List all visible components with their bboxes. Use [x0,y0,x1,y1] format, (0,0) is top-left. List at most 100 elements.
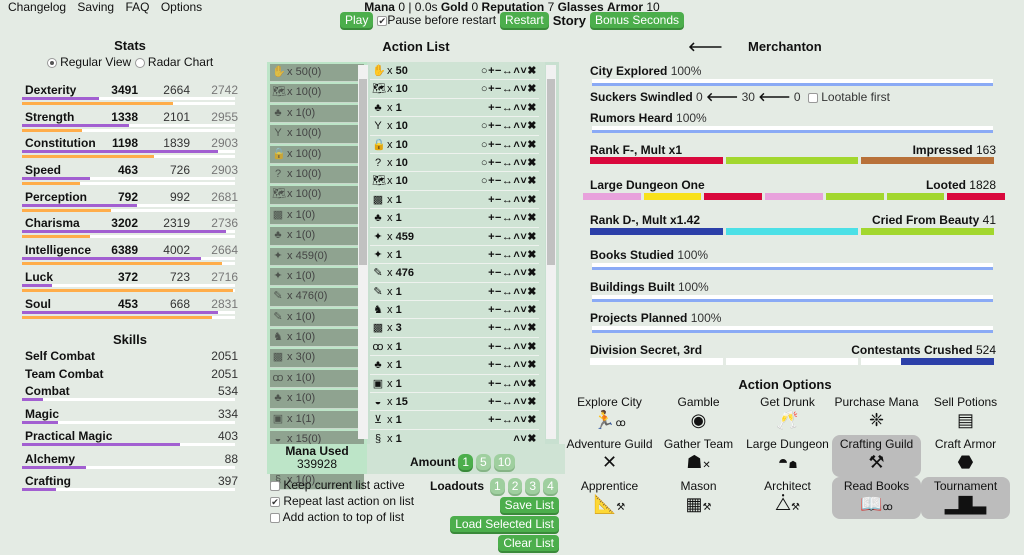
action-option-crafting-guild[interactable]: Crafting Guild ⚒ [832,435,921,477]
left-scrollbar[interactable] [358,65,368,439]
row-control-buttons[interactable]: +−↔˄˅✖ [488,286,537,298]
action-row-controls[interactable]: ○+−↔˄˅✖ [481,117,537,135]
loadout-2-button[interactable]: 2 [507,478,523,494]
action-queue-row[interactable]: 🗺 x 10 ○+−↔˄˅✖ [370,80,539,99]
action-queue-row[interactable]: ▣ x 1 +−↔˄˅✖ [370,375,539,394]
action-queue-row[interactable]: 🗺 x 10 ○+−↔˄˅✖ [370,172,539,191]
back-arrow-icon[interactable]: 🡐 [688,39,723,55]
action-row-controls[interactable]: +−↔˄˅✖ [488,375,537,393]
action-row-controls[interactable]: +−↔˄˅✖ [488,246,537,264]
add-top-option[interactable]: Add action to top of list [270,510,414,526]
action-queue-row[interactable]: ♣ x 1 +−↔˄˅✖ [370,99,539,118]
action-row-controls[interactable]: ○+−↔˄˅✖ [481,136,537,154]
action-row-controls[interactable]: +−↔˄˅✖ [488,209,537,227]
lootable-first-checkbox[interactable] [807,92,818,103]
action-option-mason[interactable]: Mason ▦⚒ [654,477,743,519]
row-control-buttons[interactable]: +−↔˄˅✖ [488,267,537,279]
regular-view-radio[interactable] [46,57,57,68]
amount-5-button[interactable]: 5 [476,454,491,470]
right-scrollbar[interactable] [546,65,556,439]
action-queue-row[interactable]: ▩ x 3 +−↔˄˅✖ [370,319,539,338]
action-row-controls[interactable]: +−↔˄˅✖ [488,99,537,117]
action-option-get-drunk[interactable]: Get Drunk 🥂 [743,393,832,435]
add-top-checkbox[interactable] [270,512,280,523]
repeat-last-option[interactable]: ✔ Repeat last action on list [270,494,414,510]
action-queue-row[interactable]: ✎ x 476 +−↔˄˅✖ [370,264,539,283]
action-row-controls[interactable]: +−↔˄˅✖ [488,393,537,411]
keep-active-checkbox[interactable] [270,480,280,491]
row-control-buttons[interactable]: +−↔˄˅✖ [488,378,537,390]
restart-button[interactable]: Restart [500,12,549,28]
row-control-buttons[interactable]: +−↔˄˅✖ [488,322,537,334]
action-queue-row[interactable]: ✦ x 1 +−↔˄˅✖ [370,246,539,265]
action-row-controls[interactable]: +−↔˄˅✖ [488,356,537,374]
action-row-controls[interactable]: ○+−↔˄˅✖ [481,172,537,190]
action-option-read-books[interactable]: Read Books 📖ꝏ [832,477,921,519]
row-control-buttons[interactable]: +−↔˄˅✖ [488,102,537,114]
action-queue-row[interactable]: ▩ x 1 +−↔˄˅✖ [370,191,539,210]
row-control-buttons[interactable]: +−↔˄˅✖ [488,231,537,243]
row-control-buttons[interactable]: +−↔˄˅✖ [488,83,537,95]
lootable-first-option[interactable]: Lootable first [807,90,890,104]
action-row-controls[interactable]: +−↔˄˅✖ [488,338,537,356]
save-list-button[interactable]: Save List [499,497,559,513]
row-control-buttons[interactable]: +−↔˄˅✖ [488,341,537,353]
disable-circle-icon[interactable]: ○ [481,175,488,187]
action-row-controls[interactable]: ○+−↔˄˅✖ [481,154,537,172]
row-control-buttons[interactable]: +−↔˄˅✖ [488,175,537,187]
row-control-buttons[interactable]: +−↔˄˅✖ [488,65,537,77]
action-queue-row[interactable]: ✋ x 50 ○+−↔˄˅✖ [370,62,539,81]
amount-1-button[interactable]: 1 [458,454,474,470]
row-control-buttons[interactable]: +−↔˄˅✖ [488,359,537,371]
action-row-controls[interactable]: ○+−↔˄˅✖ [481,80,537,98]
action-row-controls[interactable]: ○+−↔˄˅✖ [481,62,537,80]
action-row-controls[interactable]: +−↔˄˅✖ [488,283,537,301]
loadout-3-button[interactable]: 3 [525,478,541,494]
keep-active-option[interactable]: Keep current list active [270,478,414,494]
disable-circle-icon[interactable]: ○ [481,139,488,151]
action-option-adventure-guild[interactable]: Adventure Guild ✕ [565,435,654,477]
action-option-craft-armor[interactable]: Craft Armor ⬣ [921,435,1010,477]
action-option-sell-potions[interactable]: Sell Potions ▤ [921,393,1010,435]
action-row-controls[interactable]: +−↔˄˅✖ [488,411,537,429]
action-option-tournament[interactable]: Tournament ▂▇▃ [921,477,1010,519]
action-row-controls[interactable]: +−↔˄˅✖ [488,319,537,337]
play-button[interactable]: Play [339,12,374,28]
row-control-buttons[interactable]: +−↔˄˅✖ [488,157,537,169]
action-queue-row[interactable]: ♣ x 1 +−↔˄˅✖ [370,209,539,228]
row-control-buttons[interactable]: +−↔˄˅✖ [488,139,537,151]
action-row-controls[interactable]: +−↔˄˅✖ [488,191,537,209]
action-option-architect[interactable]: Architect ⧊⚒ [743,477,832,519]
row-control-buttons[interactable]: +−↔˄˅✖ [488,304,537,316]
disable-circle-icon[interactable]: ○ [481,83,488,95]
amount-10-button[interactable]: 10 [493,454,516,470]
action-queue-row[interactable]: 🔒 x 10 ○+−↔˄˅✖ [370,136,539,154]
load-selected-list-button[interactable]: Load Selected List [450,516,559,532]
pause-checkbox[interactable]: ✔Pause before restart [377,13,496,27]
row-control-buttons[interactable]: ˄˅✖ [513,433,537,445]
row-control-buttons[interactable]: +−↔˄˅✖ [488,414,537,426]
action-option-large-dungeon[interactable]: Large Dungeon ◓☗ [743,435,832,477]
action-option-gamble[interactable]: Gamble ◉ [654,393,743,435]
disable-circle-icon[interactable]: ○ [481,65,488,77]
action-option-gather-team[interactable]: Gather Team ☗✕ [654,435,743,477]
bonus-seconds-button[interactable]: Bonus Seconds [589,12,685,28]
action-option-apprentice[interactable]: Apprentice 📐⚒ [565,477,654,519]
clear-list-button[interactable]: Clear List [498,535,559,551]
action-queue-row[interactable]: ✎ x 1 +−↔˄˅✖ [370,283,539,302]
action-row-controls[interactable]: +−↔˄˅✖ [488,301,537,319]
loadout-4-button[interactable]: 4 [543,478,558,494]
action-queue-row[interactable]: ⊻ x 1 +−↔˄˅✖ [370,411,539,430]
action-queue-row[interactable]: ✦ x 459 +−↔˄˅✖ [370,228,539,246]
action-queue-row[interactable]: ♣ x 1 +−↔˄˅✖ [370,356,539,375]
disable-circle-icon[interactable]: ○ [481,120,488,132]
left-scroll-thumb[interactable] [359,79,367,265]
row-control-buttons[interactable]: +−↔˄˅✖ [488,249,537,261]
action-queue-row[interactable]: ? x 10 ○+−↔˄˅✖ [370,154,539,173]
radar-chart-radio[interactable] [134,57,145,68]
loadout-1-button[interactable]: 1 [490,478,505,494]
action-row-controls[interactable]: +−↔˄˅✖ [488,264,537,282]
row-control-buttons[interactable]: +−↔˄˅✖ [488,396,537,408]
action-option-purchase-mana[interactable]: Purchase Mana ❈ [832,393,921,435]
action-option-explore-city[interactable]: Explore City 🏃ꝏ [565,393,654,435]
